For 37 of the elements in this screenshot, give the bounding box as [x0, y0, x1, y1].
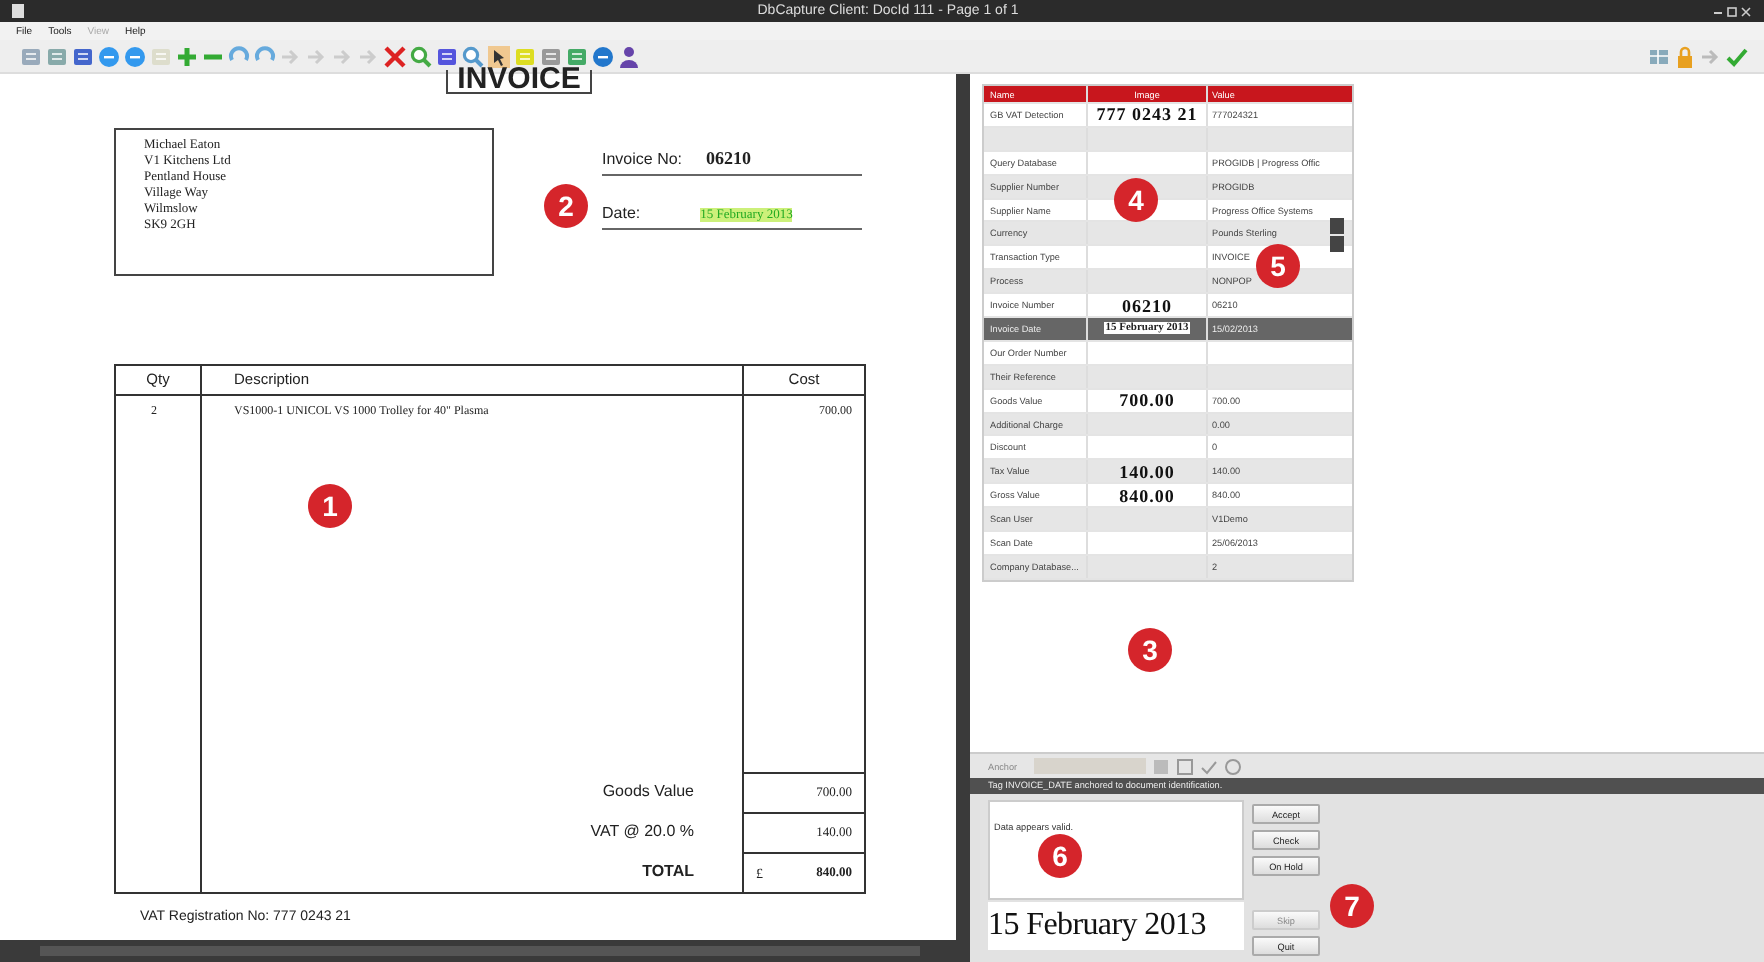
- check-icon[interactable]: [1726, 45, 1748, 67]
- image-snippet: 840.00: [1119, 485, 1175, 506]
- rotate-icon[interactable]: [228, 45, 250, 67]
- delete-icon[interactable]: [384, 45, 406, 67]
- invoice-heading: INVOICE: [445, 70, 593, 94]
- search-icon[interactable]: [410, 45, 432, 67]
- page-icon[interactable]: [150, 45, 172, 67]
- image-snippet: 700.00: [1119, 390, 1175, 411]
- table-icon[interactable]: [1648, 45, 1670, 67]
- rotate-icon[interactable]: [254, 45, 276, 67]
- date-label: Date:: [602, 204, 641, 222]
- check-icon[interactable]: [1200, 757, 1218, 775]
- image-snippet: 777 0243 21: [1096, 104, 1198, 125]
- arrow-icon[interactable]: [306, 45, 328, 67]
- lock-icon[interactable]: [1674, 45, 1696, 67]
- total-label: VAT @ 20.0 %: [588, 820, 696, 844]
- image-snippet: 140.00: [1119, 461, 1175, 482]
- page-icon[interactable]: [20, 45, 42, 67]
- horizontal-scrollbar[interactable]: [0, 940, 956, 962]
- arrow-icon[interactable]: [280, 45, 302, 67]
- total-label: TOTAL: [640, 860, 696, 884]
- user-icon[interactable]: [618, 45, 640, 67]
- date-snippet: 15 February 2013: [988, 902, 1244, 950]
- image-snippet: 06210: [1122, 295, 1172, 316]
- anchor-field[interactable]: [1034, 758, 1146, 774]
- app-icon: [12, 4, 24, 18]
- plus-icon[interactable]: [176, 45, 198, 67]
- total-label: Goods Value: [600, 780, 696, 804]
- arrow-icon[interactable]: [1700, 45, 1722, 67]
- page-icon[interactable]: [1176, 757, 1194, 775]
- window-controls-icon[interactable]: [1712, 5, 1752, 17]
- zoom-out-icon[interactable]: [124, 45, 146, 67]
- cursor-icon[interactable]: [488, 45, 510, 67]
- invoice-number: 06210: [706, 148, 752, 168]
- circle-icon[interactable]: [1224, 757, 1242, 775]
- invoice-number-label: Invoice No:: [602, 150, 683, 168]
- arrow-icon[interactable]: [332, 45, 354, 67]
